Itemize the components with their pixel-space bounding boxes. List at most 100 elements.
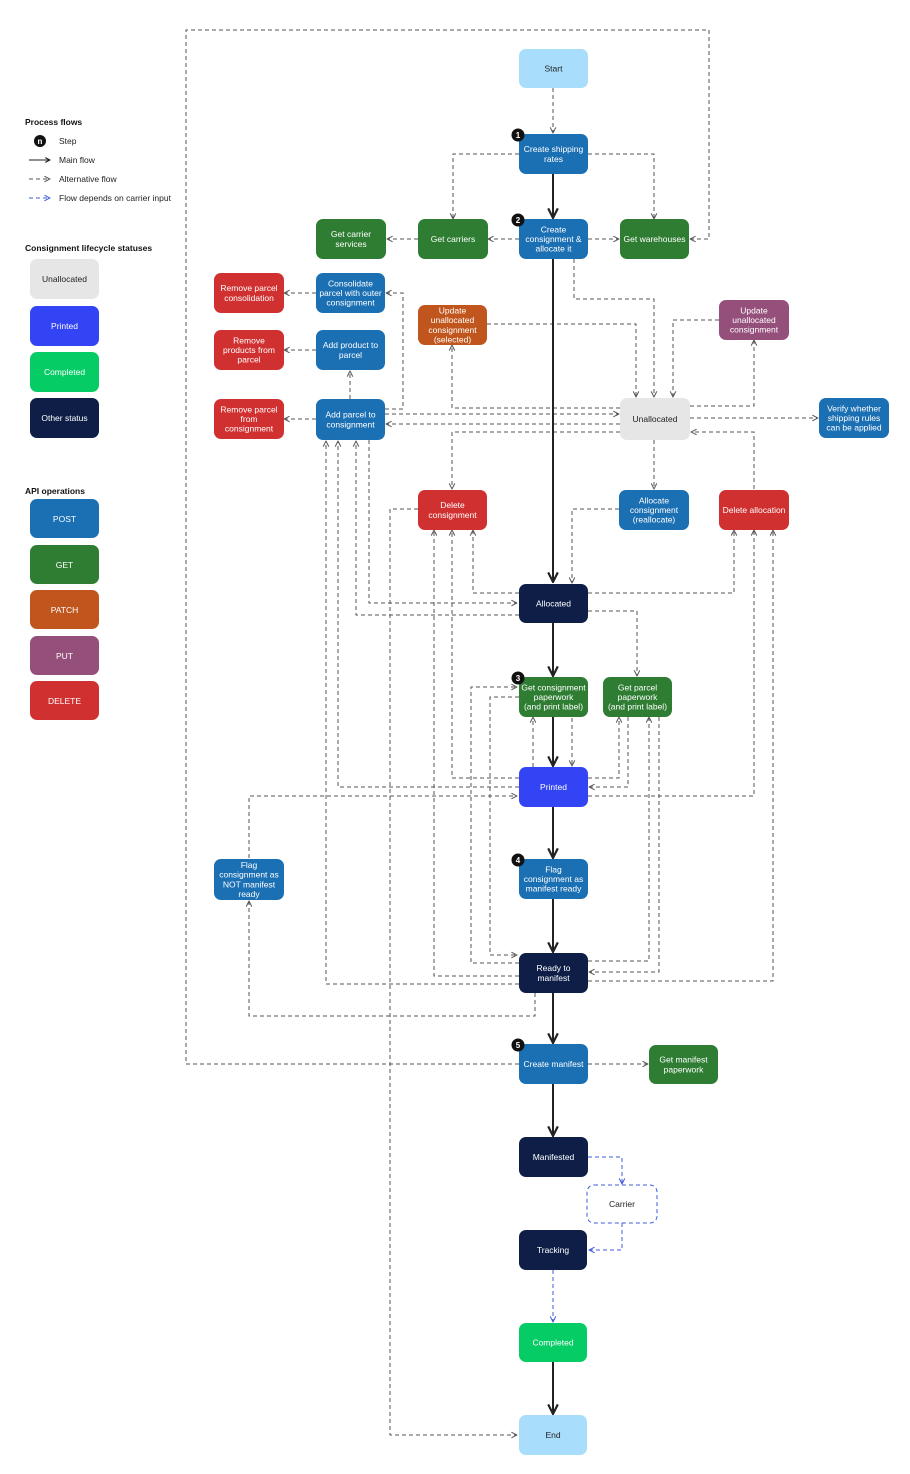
- legend-status-other-status: Other status: [30, 398, 99, 438]
- node-label: unallocated: [732, 315, 776, 325]
- node-end[interactable]: End: [519, 1415, 587, 1455]
- legend-statuses: Unallocated Printed Completed Other status: [30, 259, 99, 438]
- node-label: consignment: [428, 325, 477, 335]
- node-add-product-to-parcel[interactable]: Add product toparcel: [316, 330, 385, 370]
- node-update-unallocated[interactable]: Updateunallocatedconsignment: [719, 300, 789, 340]
- node-label: Remove parcel: [220, 283, 277, 293]
- legend-api-patch: PATCH: [30, 590, 99, 629]
- legend-status-label: Unallocated: [42, 274, 87, 284]
- node-label: parcel with outer: [319, 288, 382, 298]
- node-start[interactable]: Start: [519, 49, 588, 88]
- node-get-carriers[interactable]: Get carriers: [418, 219, 488, 259]
- node-label: Completed: [532, 1338, 573, 1348]
- node-update-unallocated-selected[interactable]: Updateunallocatedconsignment(selected): [418, 305, 487, 345]
- node-remove-parcel-from-consignment[interactable]: Remove parcelfromconsignment: [214, 399, 284, 439]
- node-label: consignment as: [524, 874, 584, 884]
- node-label: from: [241, 414, 258, 424]
- step-badge: 1: [511, 128, 525, 142]
- connector-shipping-rates-to-get-carriers: [453, 153, 519, 219]
- legend: Process flows n Step Main flow Alternati…: [25, 117, 172, 720]
- legend-api-label: POST: [53, 514, 76, 524]
- step-number: 1: [516, 131, 521, 140]
- legend-api-label: DELETE: [48, 696, 81, 706]
- node-printed[interactable]: Printed: [519, 767, 588, 807]
- legend-api-label: PUT: [56, 651, 73, 661]
- connector-allocate-to-allocated: [572, 508, 619, 583]
- step-number: 3: [516, 674, 521, 683]
- legend-api-title: API operations: [25, 486, 85, 496]
- node-create-shipping-rates[interactable]: Create shippingrates 1: [511, 128, 589, 175]
- node-label: Create shipping: [524, 144, 584, 154]
- step-number: 5: [516, 1041, 521, 1050]
- node-label: consignment: [326, 298, 375, 308]
- node-verify-shipping-rules[interactable]: Verify whethershipping rulescan be appli…: [819, 398, 889, 438]
- node-delete-consignment[interactable]: Deleteconsignment: [418, 490, 487, 530]
- node-get-manifest-paperwork[interactable]: Get manifestpaperwork: [649, 1045, 718, 1084]
- node-unallocated[interactable]: Unallocated: [620, 398, 690, 440]
- node-carrier[interactable]: Carrier: [586, 1184, 658, 1224]
- legend-carrier-flow: Flow depends on carrier input: [29, 193, 172, 203]
- node-flag-not-manifest-ready[interactable]: Flagconsignment asNOT manifestready: [214, 859, 284, 900]
- legend-step-label: Step: [59, 136, 77, 146]
- node-label: Add parcel to: [325, 410, 375, 420]
- step-number: 4: [516, 856, 521, 865]
- legend-status-label: Other status: [41, 413, 87, 423]
- legend-carrier-flow-label: Flow depends on carrier input: [59, 193, 172, 203]
- node-label: Get carrier: [331, 229, 371, 239]
- node-consolidate-parcel[interactable]: Consolidateparcel with outerconsignment: [316, 273, 385, 313]
- node-allocated[interactable]: Allocated: [519, 584, 588, 623]
- legend-api-post: POST: [30, 499, 99, 538]
- node-delete-allocation[interactable]: Delete allocation: [719, 490, 789, 530]
- node-label: Flag: [241, 860, 258, 870]
- node-label: manifest: [537, 973, 570, 983]
- node-label: paperwork: [618, 692, 658, 702]
- node-label: Allocate: [639, 495, 670, 505]
- legend-statuses-title: Consignment lifecycle statuses: [25, 243, 152, 253]
- node-label: consignment: [326, 419, 375, 429]
- node-flag-manifest-ready[interactable]: Flagconsignment asmanifest ready 4: [511, 853, 589, 900]
- legend-alt-flow-label: Alternative flow: [59, 174, 117, 184]
- connector-ready-to-delete-allocation: [588, 530, 773, 982]
- legend-api-put: PUT: [30, 636, 99, 675]
- node-label: consignment as: [219, 870, 279, 880]
- node-label: (selected): [434, 334, 471, 344]
- node-label: Delete: [440, 500, 465, 510]
- connector-allocated-to-delete-allocation: [588, 530, 734, 594]
- node-label: Consolidate: [328, 278, 373, 288]
- node-manifested[interactable]: Manifested: [519, 1137, 588, 1177]
- connector-parcel-paperwork-to-printed: [589, 717, 629, 787]
- node-label: services: [335, 239, 366, 249]
- node-get-carrier-services[interactable]: Get carrierservices: [316, 219, 386, 259]
- legend-step-badge: n: [38, 137, 43, 146]
- step-badge: 3: [511, 671, 525, 685]
- node-remove-parcel-consolidation[interactable]: Remove parcelconsolidation: [214, 273, 284, 313]
- connector-printed-to-delete-allocation: [588, 530, 754, 797]
- node-get-warehouses[interactable]: Get warehouses: [620, 219, 689, 259]
- connector-shipping-rates-to-get-warehouses: [588, 153, 654, 219]
- node-get-consignment-paperwork[interactable]: Get consignmentpaperwork(and print label…: [511, 671, 589, 718]
- connector-create-consignment-to-unallocated: [573, 259, 654, 397]
- legend-api-operations: POST GET PATCH PUT DELETE: [30, 499, 99, 720]
- node-allocate-consignment[interactable]: Allocateconsignment(reallocate): [619, 490, 689, 530]
- node-remove-products-from-parcel[interactable]: Removeproducts fromparcel: [214, 330, 284, 370]
- legend-main-flow: Main flow: [29, 155, 96, 165]
- node-ready-to-manifest[interactable]: Ready tomanifest: [519, 953, 588, 993]
- node-get-parcel-paperwork[interactable]: Get parcelpaperwork(and print label): [603, 677, 672, 717]
- node-label: Start: [545, 64, 564, 74]
- node-label: Delete allocation: [723, 505, 786, 515]
- node-create-consignment[interactable]: Createconsignment &allocate it 2: [511, 213, 589, 260]
- node-label: Tracking: [537, 1245, 570, 1255]
- node-label: (reallocate): [633, 515, 676, 525]
- node-add-parcel-to-consignment[interactable]: Add parcel toconsignment: [316, 399, 385, 440]
- node-tracking[interactable]: Tracking: [519, 1230, 587, 1270]
- node-label: (and print label): [524, 702, 583, 712]
- legend-status-printed: Printed: [30, 306, 99, 346]
- connector-ready-to-consignment-paperwork: [470, 687, 519, 964]
- step-badge: 5: [511, 1038, 525, 1052]
- node-label: Remove: [233, 335, 265, 345]
- node-create-manifest[interactable]: Create manifest5: [511, 1038, 589, 1085]
- legend-status-label: Printed: [51, 321, 78, 331]
- legend-api-get: GET: [30, 545, 99, 584]
- node-completed[interactable]: Completed: [519, 1323, 587, 1362]
- node-label: NOT manifest: [223, 879, 276, 889]
